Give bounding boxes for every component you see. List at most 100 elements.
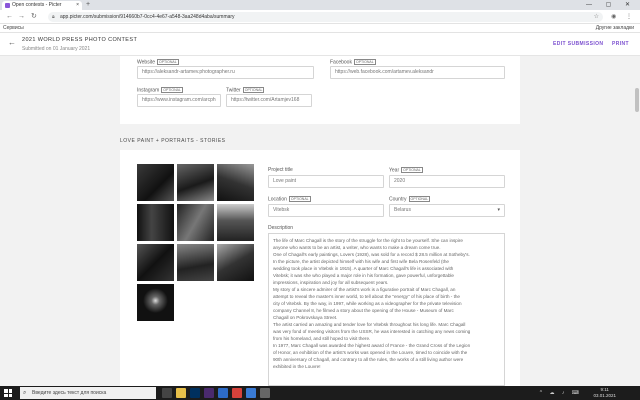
toolbar-extension-icons[interactable]: ◉ ⋮ (611, 11, 636, 23)
photo-thumbnail-3[interactable] (217, 164, 254, 201)
tab-close-icon[interactable]: × (76, 1, 79, 10)
windows-start-icon[interactable] (4, 389, 12, 397)
browser-toolbar: ← → ↻ 🔒︎ app.picter.com/submission/91466… (0, 10, 640, 24)
submission-header: ← 2021 WORLD PRESS PHOTO CONTEST Submitt… (0, 33, 640, 56)
app-icon[interactable] (260, 388, 270, 398)
description-line: One of Chagall's early paintings, Lovers… (273, 252, 470, 257)
description-line: exhibited in the Louvre! (273, 364, 321, 369)
country-label: Country OPTIONAL (389, 196, 431, 203)
description-line: anyone who wants to be an artist, a writ… (273, 245, 441, 250)
back-arrow-icon[interactable]: ← (6, 11, 13, 23)
country-select[interactable]: Belarus ▾ (389, 204, 505, 217)
window-controls[interactable]: — ▢ ✕ (586, 0, 636, 10)
search-icon: ⌕ (23, 390, 27, 396)
task-view-icon[interactable] (162, 388, 172, 398)
story-section-title: LOVE PAINT + PORTRAITS - STORIES (120, 138, 226, 144)
website-label: Website OPTIONAL (137, 59, 179, 66)
edit-submission-button[interactable]: EDIT SUBMISSION (553, 41, 603, 47)
file-explorer-icon[interactable] (176, 388, 186, 398)
optional-tag: OPTIONAL (408, 196, 431, 202)
photo-thumbnail-7[interactable] (137, 244, 174, 281)
page-scrollbar[interactable] (633, 56, 640, 386)
description-line: Vitebsk; it was she who played a major r… (273, 273, 454, 278)
photo-thumbnail-4[interactable] (137, 204, 174, 241)
browser-tab[interactable]: Open contests - Picter × (2, 1, 82, 10)
back-icon[interactable]: ← (8, 38, 16, 47)
lock-icon: 🔒︎ (52, 14, 55, 20)
bookmark-services[interactable]: Сервисы (3, 24, 24, 33)
facebook-label: Facebook OPTIONAL (330, 59, 376, 66)
premiere-icon[interactable] (204, 388, 214, 398)
optional-tag: OPTIONAL (288, 196, 311, 202)
description-line: In the picture, the artist depicted hims… (273, 259, 449, 264)
description-line: of Honor, an exhibition of the artist's … (273, 350, 468, 355)
system-tray-icons[interactable]: ^ ☁ ♪ ⌨ (540, 388, 582, 398)
photo-thumbnail-8[interactable] (177, 244, 214, 281)
description-line: company Channel 8, he filmed a story abo… (273, 308, 454, 313)
photoshop-icon[interactable] (190, 388, 200, 398)
photo-thumbnail-5[interactable] (177, 204, 214, 241)
facebook-field[interactable]: https://web.facebook.com/artamev.aleksan… (330, 66, 505, 79)
chevron-down-icon: ▾ (497, 207, 500, 213)
windows-taskbar: ⌕ Введите здесь текст для поиска ^ ☁ ♪ ⌨… (0, 386, 640, 400)
tab-title: Open contests - Picter (12, 2, 62, 8)
photo-thumbnail-9[interactable] (217, 244, 254, 281)
twitter-field[interactable]: https://twitter.com/Artamjev168 (226, 94, 312, 107)
description-textarea[interactable]: The life of Marc Chagall is the story of… (268, 233, 505, 386)
bookmark-star-icon[interactable]: ☆ (594, 12, 599, 22)
chrome-icon[interactable] (232, 388, 242, 398)
description-line: impressions, inspiration and joy for all… (273, 280, 389, 285)
new-tab-button[interactable]: + (86, 0, 90, 10)
description-line: wedding took place in Vitebsk in 1915). … (273, 266, 454, 271)
description-label: Description (268, 225, 294, 231)
description-line: 90th anniversary of Chagall, and contrar… (273, 357, 464, 362)
photo-thumbnail-6[interactable] (217, 204, 254, 241)
description-line: The life of Marc Chagall is the story of… (273, 238, 463, 243)
browser-tab-bar: Open contests - Picter × + — ▢ ✕ (0, 0, 640, 10)
location-label: Location OPTIONAL (268, 196, 311, 203)
twitter-label: Twitter OPTIONAL (226, 87, 265, 94)
description-line: city of Vitebsk. By the way, in 1997, wh… (273, 301, 462, 306)
clock[interactable]: 9:11 03.01.2021 (593, 387, 616, 399)
word-icon[interactable] (218, 388, 228, 398)
year-field[interactable]: 2020 (389, 175, 505, 188)
location-field[interactable]: Vitebsk (268, 204, 384, 217)
bookmark-other[interactable]: Другие закладки (596, 24, 634, 33)
taskbar-search[interactable]: ⌕ Введите здесь текст для поиска (20, 387, 156, 399)
picter-favicon-icon (5, 3, 10, 8)
description-line: The artist carried an amazing and tender… (273, 322, 466, 327)
photo-thumbnail-1[interactable] (137, 164, 174, 201)
reload-icon[interactable]: ↻ (31, 11, 37, 23)
clock-date: 03.01.2021 (593, 393, 616, 398)
country-value: Belarus (394, 207, 411, 213)
address-bar[interactable]: 🔒︎ app.picter.com/submission/914660b7-0c… (48, 12, 603, 22)
description-line: from his homeland, and still hoped to vi… (273, 336, 371, 341)
submission-date: Submitted on 01 January 2021 (22, 46, 91, 52)
instagram-field[interactable]: https://www.instagram.com/arcph (137, 94, 221, 107)
description-line: attempt to reveal the master's inner wor… (273, 294, 460, 299)
print-button[interactable]: PRINT (612, 41, 629, 47)
contest-title: 2021 WORLD PRESS PHOTO CONTEST (22, 37, 138, 43)
forward-arrow-icon[interactable]: → (18, 11, 25, 23)
photo-thumbnail-2[interactable] (177, 164, 214, 201)
project-title-field[interactable]: Love paint (268, 175, 384, 188)
optional-tag: OPTIONAL (242, 87, 265, 93)
optional-tag: OPTIONAL (156, 59, 179, 65)
year-label: Year OPTIONAL (389, 167, 423, 174)
instagram-label: Instagram OPTIONAL (137, 87, 183, 94)
bookmarks-bar: Сервисы Другие закладки (0, 24, 640, 33)
description-line: My story of a sincere admirer of the art… (273, 287, 456, 292)
description-line: In 1977, Marc Chagall was awarded the hi… (273, 343, 471, 348)
description-line: was very fond of meeting visitors from t… (273, 329, 471, 334)
taskbar-search-placeholder: Введите здесь текст для поиска (32, 390, 107, 396)
app-icon[interactable] (246, 388, 256, 398)
photo-thumbnail-10[interactable] (137, 284, 174, 321)
scrollbar-thumb[interactable] (635, 88, 639, 112)
url-text: app.picter.com/submission/914660b7-0cc4-… (60, 14, 235, 20)
optional-tag: OPTIONAL (401, 167, 423, 173)
optional-tag: OPTIONAL (161, 87, 183, 93)
description-line: Chagall on Pokrovskaya Street. (273, 315, 338, 320)
website-field[interactable]: https://aleksandr-artamev.photographer.r… (137, 66, 314, 79)
project-title-label: Project title (268, 167, 293, 173)
optional-tag: OPTIONAL (353, 59, 376, 65)
